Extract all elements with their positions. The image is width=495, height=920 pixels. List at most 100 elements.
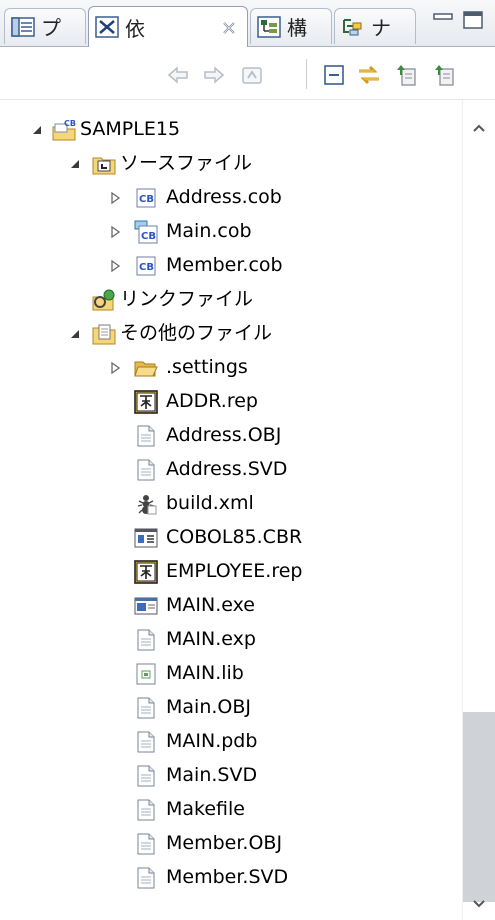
- tree-item-other-files[interactable]: その他のファイル: [0, 317, 462, 351]
- tree-item-main-svd[interactable]: Main.SVD: [0, 759, 462, 793]
- tree-item-link-files[interactable]: リンクファイル: [0, 283, 462, 317]
- cobol-project-icon: CB: [52, 118, 76, 142]
- collapse-all-icon[interactable]: [322, 63, 346, 87]
- tree-item-label: Main.OBJ: [166, 696, 251, 718]
- file-icon: [134, 458, 158, 482]
- tree-item-address-svd[interactable]: Address.SVD: [0, 453, 462, 487]
- tree-item-label: Address.OBJ: [166, 424, 282, 446]
- tree-item-label: MAIN.pdb: [166, 730, 258, 752]
- svg-text:CB: CB: [139, 262, 154, 273]
- ant-build-icon: [134, 492, 158, 516]
- tree-item-label: Address.cob: [166, 186, 282, 208]
- tree-item-member-svd[interactable]: Member.SVD: [0, 861, 462, 895]
- file-icon: [134, 730, 158, 754]
- collapsed-arrow-icon[interactable]: [108, 190, 122, 205]
- view-menu-alt-icon[interactable]: [432, 63, 456, 87]
- file-icon: [134, 628, 158, 652]
- tree-item-settings[interactable]: .settings: [0, 351, 462, 385]
- collapsed-arrow-icon[interactable]: [108, 360, 122, 375]
- collapsed-arrow-icon[interactable]: [108, 224, 122, 239]
- cobol-main-source-icon: CB: [134, 220, 158, 244]
- expanded-arrow-icon[interactable]: [68, 156, 82, 170]
- view-menu-icon[interactable]: [394, 63, 418, 87]
- svg-text:CB: CB: [64, 119, 76, 128]
- scroll-up-icon[interactable]: [471, 120, 487, 136]
- view-toolbar: [0, 47, 495, 100]
- source-folder-icon: [92, 152, 116, 176]
- toolbar-separator: [306, 59, 307, 89]
- tree-item-label: Address.SVD: [166, 458, 288, 480]
- tree-item-main-lib[interactable]: MAIN.lib: [0, 657, 462, 691]
- file-icon: [134, 764, 158, 788]
- tree-item-address-obj[interactable]: Address.OBJ: [0, 419, 462, 453]
- tree-item-label: .settings: [166, 356, 248, 378]
- tab-dependency[interactable]: 依: [88, 6, 248, 47]
- tree-item-label: MAIN.lib: [166, 662, 244, 684]
- executable-icon: [134, 594, 158, 618]
- link-files-icon: [92, 288, 116, 312]
- structure-icon: [257, 15, 281, 38]
- minimize-icon[interactable]: [432, 10, 454, 34]
- cobol-source-icon: CB: [134, 186, 158, 210]
- tree-item-main-pdb[interactable]: MAIN.pdb: [0, 725, 462, 759]
- report-file-icon: [134, 560, 158, 584]
- tree-item-label: ADDR.rep: [166, 390, 258, 412]
- vertical-scrollbar[interactable]: [462, 100, 495, 920]
- expanded-arrow-icon[interactable]: [68, 326, 82, 340]
- expanded-arrow-icon[interactable]: [30, 122, 44, 136]
- tab-label: 依: [125, 16, 146, 41]
- tree-item-build-xml[interactable]: build.xml: [0, 487, 462, 521]
- tree-item-label: COBOL85.CBR: [166, 526, 303, 548]
- tree-item-member-cob[interactable]: CB Member.cob: [0, 249, 462, 283]
- tree-item-main-exe[interactable]: MAIN.exe: [0, 589, 462, 623]
- tree-item-label: EMPLOYEE.rep: [166, 560, 303, 582]
- library-file-icon: [134, 662, 158, 686]
- tree-item-label: Main.SVD: [166, 764, 258, 786]
- tree-item-label: build.xml: [166, 492, 254, 514]
- tab-structure[interactable]: 構: [250, 8, 332, 44]
- tab-label: 構: [287, 16, 308, 40]
- up-icon[interactable]: [240, 63, 264, 87]
- back-icon[interactable]: [166, 63, 190, 87]
- project-tree[interactable]: CB SAMPLE15 ソースファイル CB Address.cob CB Ma…: [0, 100, 462, 920]
- tree-item-main-cob[interactable]: CB Main.cob: [0, 215, 462, 249]
- tree-item-label: Makefile: [166, 798, 245, 820]
- navigator-icon: [341, 16, 365, 38]
- tree-item-label: MAIN.exp: [166, 628, 256, 650]
- tree-item-main-obj[interactable]: Main.OBJ: [0, 691, 462, 725]
- tree-item-source-files[interactable]: ソースファイル: [0, 147, 462, 181]
- tree-item-makefile[interactable]: Makefile: [0, 793, 462, 827]
- tree-item-member-obj[interactable]: Member.OBJ: [0, 827, 462, 861]
- file-icon: [134, 832, 158, 856]
- tree-item-main-exp[interactable]: MAIN.exp: [0, 623, 462, 657]
- tree-item-address-cob[interactable]: CB Address.cob: [0, 181, 462, 215]
- tree-item-label: Member.SVD: [166, 866, 289, 888]
- tree-item-label: Member.cob: [166, 254, 283, 276]
- forward-icon[interactable]: [202, 63, 226, 87]
- scrollbar-thumb[interactable]: [463, 712, 495, 902]
- tab-navigator[interactable]: ナ: [334, 8, 416, 44]
- cobol-source-icon: CB: [134, 254, 158, 278]
- file-icon: [134, 696, 158, 720]
- tree-item-label: リンクファイル: [120, 288, 254, 310]
- scroll-down-icon[interactable]: [471, 896, 487, 912]
- other-files-folder-icon: [92, 322, 116, 346]
- tree-item-addr-rep[interactable]: ADDR.rep: [0, 385, 462, 419]
- link-with-editor-icon[interactable]: [356, 63, 380, 87]
- folder-icon: [134, 356, 158, 380]
- tree-item-employee-rep[interactable]: EMPLOYEE.rep: [0, 555, 462, 589]
- tree-item-sample15[interactable]: CB SAMPLE15: [0, 113, 462, 147]
- file-icon: [134, 424, 158, 448]
- dependency-icon: [95, 16, 119, 38]
- tree-item-label: その他のファイル: [120, 322, 273, 344]
- svg-text:CB: CB: [139, 194, 154, 205]
- tab-package-explorer[interactable]: プ: [4, 8, 86, 44]
- close-icon[interactable]: [221, 17, 237, 41]
- file-icon: [134, 866, 158, 890]
- report-file-icon: [134, 390, 158, 414]
- collapsed-arrow-icon[interactable]: [108, 258, 122, 273]
- maximize-icon[interactable]: [462, 10, 484, 34]
- tree-item-cobol85-cbr[interactable]: COBOL85.CBR: [0, 521, 462, 555]
- tree-item-label: Member.OBJ: [166, 832, 283, 854]
- tab-label: プ: [41, 16, 62, 40]
